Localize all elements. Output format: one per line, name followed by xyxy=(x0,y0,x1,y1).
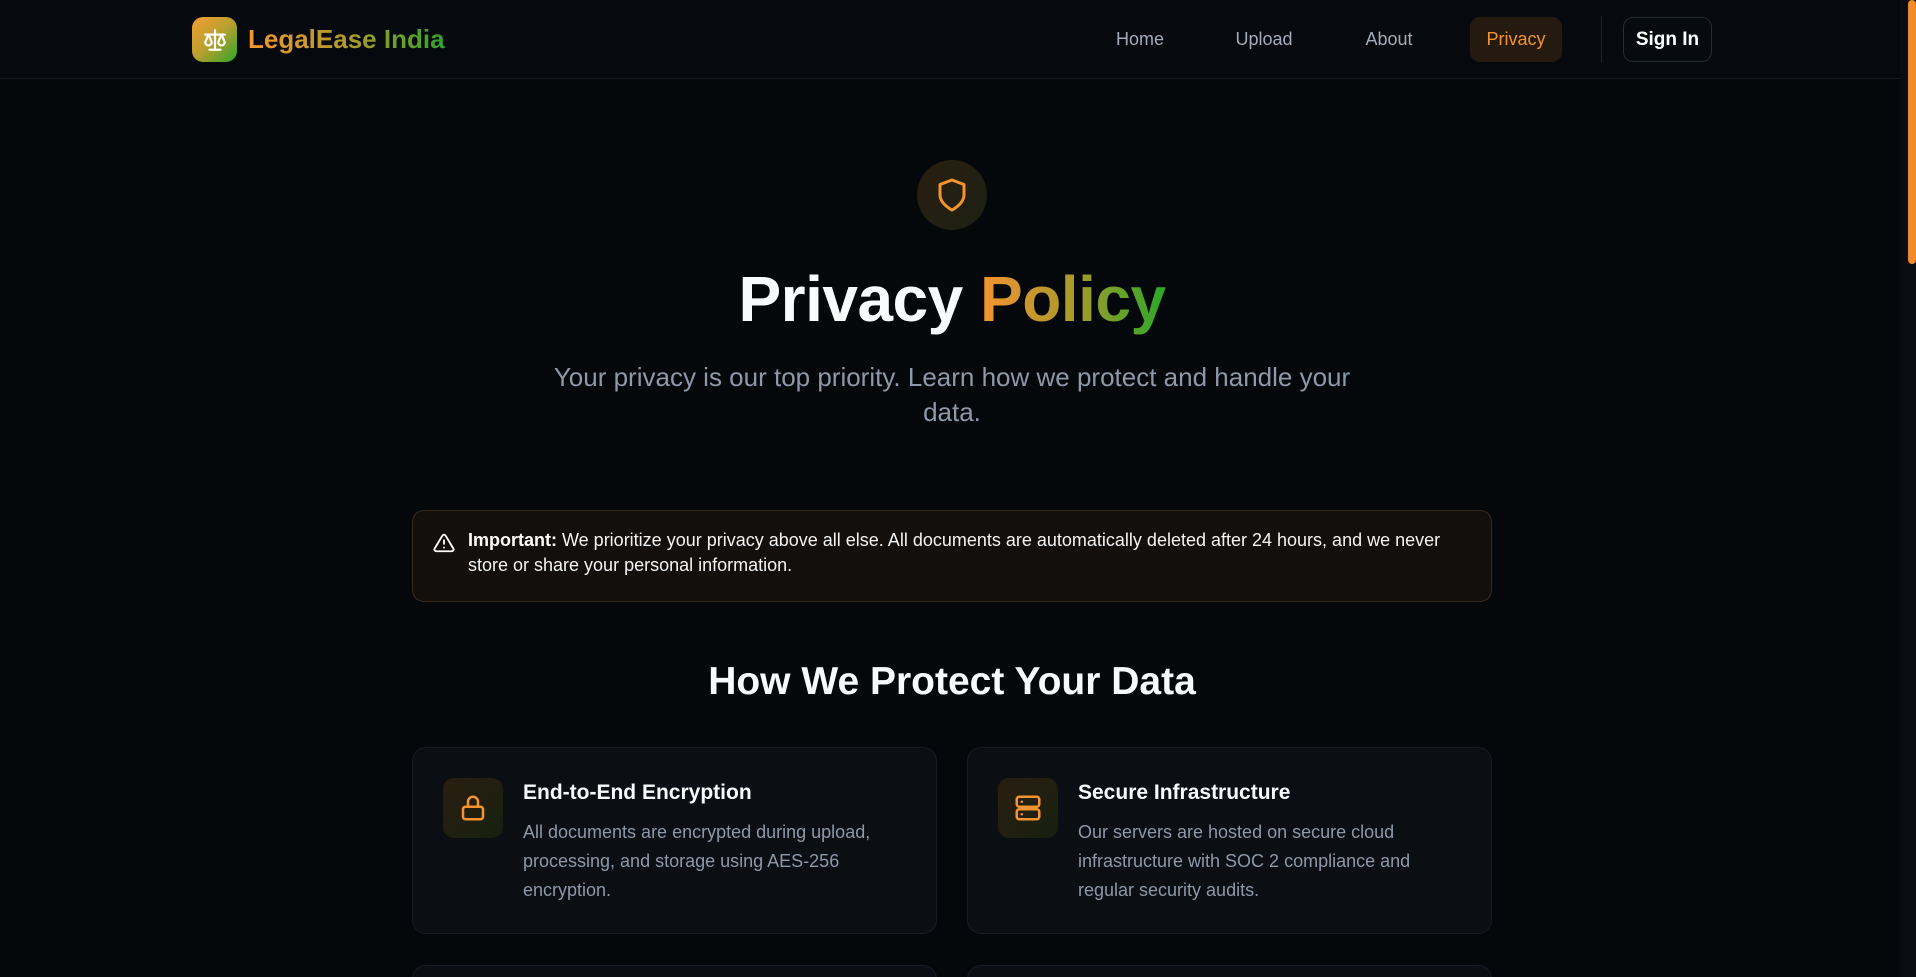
brand-logo[interactable]: LegalEase India xyxy=(192,17,445,62)
notice-label: Important: xyxy=(468,530,557,550)
hero-badge xyxy=(917,160,987,230)
notice-text: Important: We prioritize your privacy ab… xyxy=(468,528,1468,578)
section-title: How We Protect Your Data xyxy=(708,660,1196,703)
scrollbar-thumb[interactable] xyxy=(1908,0,1916,264)
title-accent: Policy xyxy=(980,263,1166,335)
feature-card-infrastructure: Secure Infrastructure Our servers are ho… xyxy=(967,747,1492,934)
notice-body: We prioritize your privacy above all els… xyxy=(468,530,1441,575)
card-title: End-to-End Encryption xyxy=(523,781,752,804)
card-title: Secure Infrastructure xyxy=(1078,781,1291,804)
feature-card-encryption: End-to-End Encryption All documents are … xyxy=(412,747,937,934)
nav-privacy[interactable]: Privacy xyxy=(1470,17,1562,62)
page-subtitle: Your privacy is our top priority. Learn … xyxy=(553,362,1351,427)
nav-divider xyxy=(1601,16,1602,62)
lock-icon xyxy=(443,778,503,838)
nav-home[interactable]: Home xyxy=(1100,17,1180,62)
server-icon xyxy=(998,778,1058,838)
warning-triangle-icon xyxy=(433,533,455,553)
top-header: LegalEase India Home Upload About Privac… xyxy=(0,0,1900,79)
important-notice: Important: We prioritize your privacy ab… xyxy=(412,510,1492,602)
card-description: Our servers are hosted on secure cloud i… xyxy=(1078,822,1411,900)
scales-icon xyxy=(192,17,237,62)
shield-icon xyxy=(938,178,966,212)
feature-card-partial xyxy=(412,965,937,977)
nav-about[interactable]: About xyxy=(1348,17,1430,62)
card-description: All documents are encrypted during uploa… xyxy=(523,822,871,900)
brand-name: LegalEase India xyxy=(248,24,445,54)
title-plain: Privacy xyxy=(738,263,963,335)
feature-card-partial xyxy=(967,965,1492,977)
sign-in-button[interactable]: Sign In xyxy=(1623,17,1712,62)
nav-upload[interactable]: Upload xyxy=(1220,17,1308,62)
page-title: Privacy Policy xyxy=(0,262,1904,336)
